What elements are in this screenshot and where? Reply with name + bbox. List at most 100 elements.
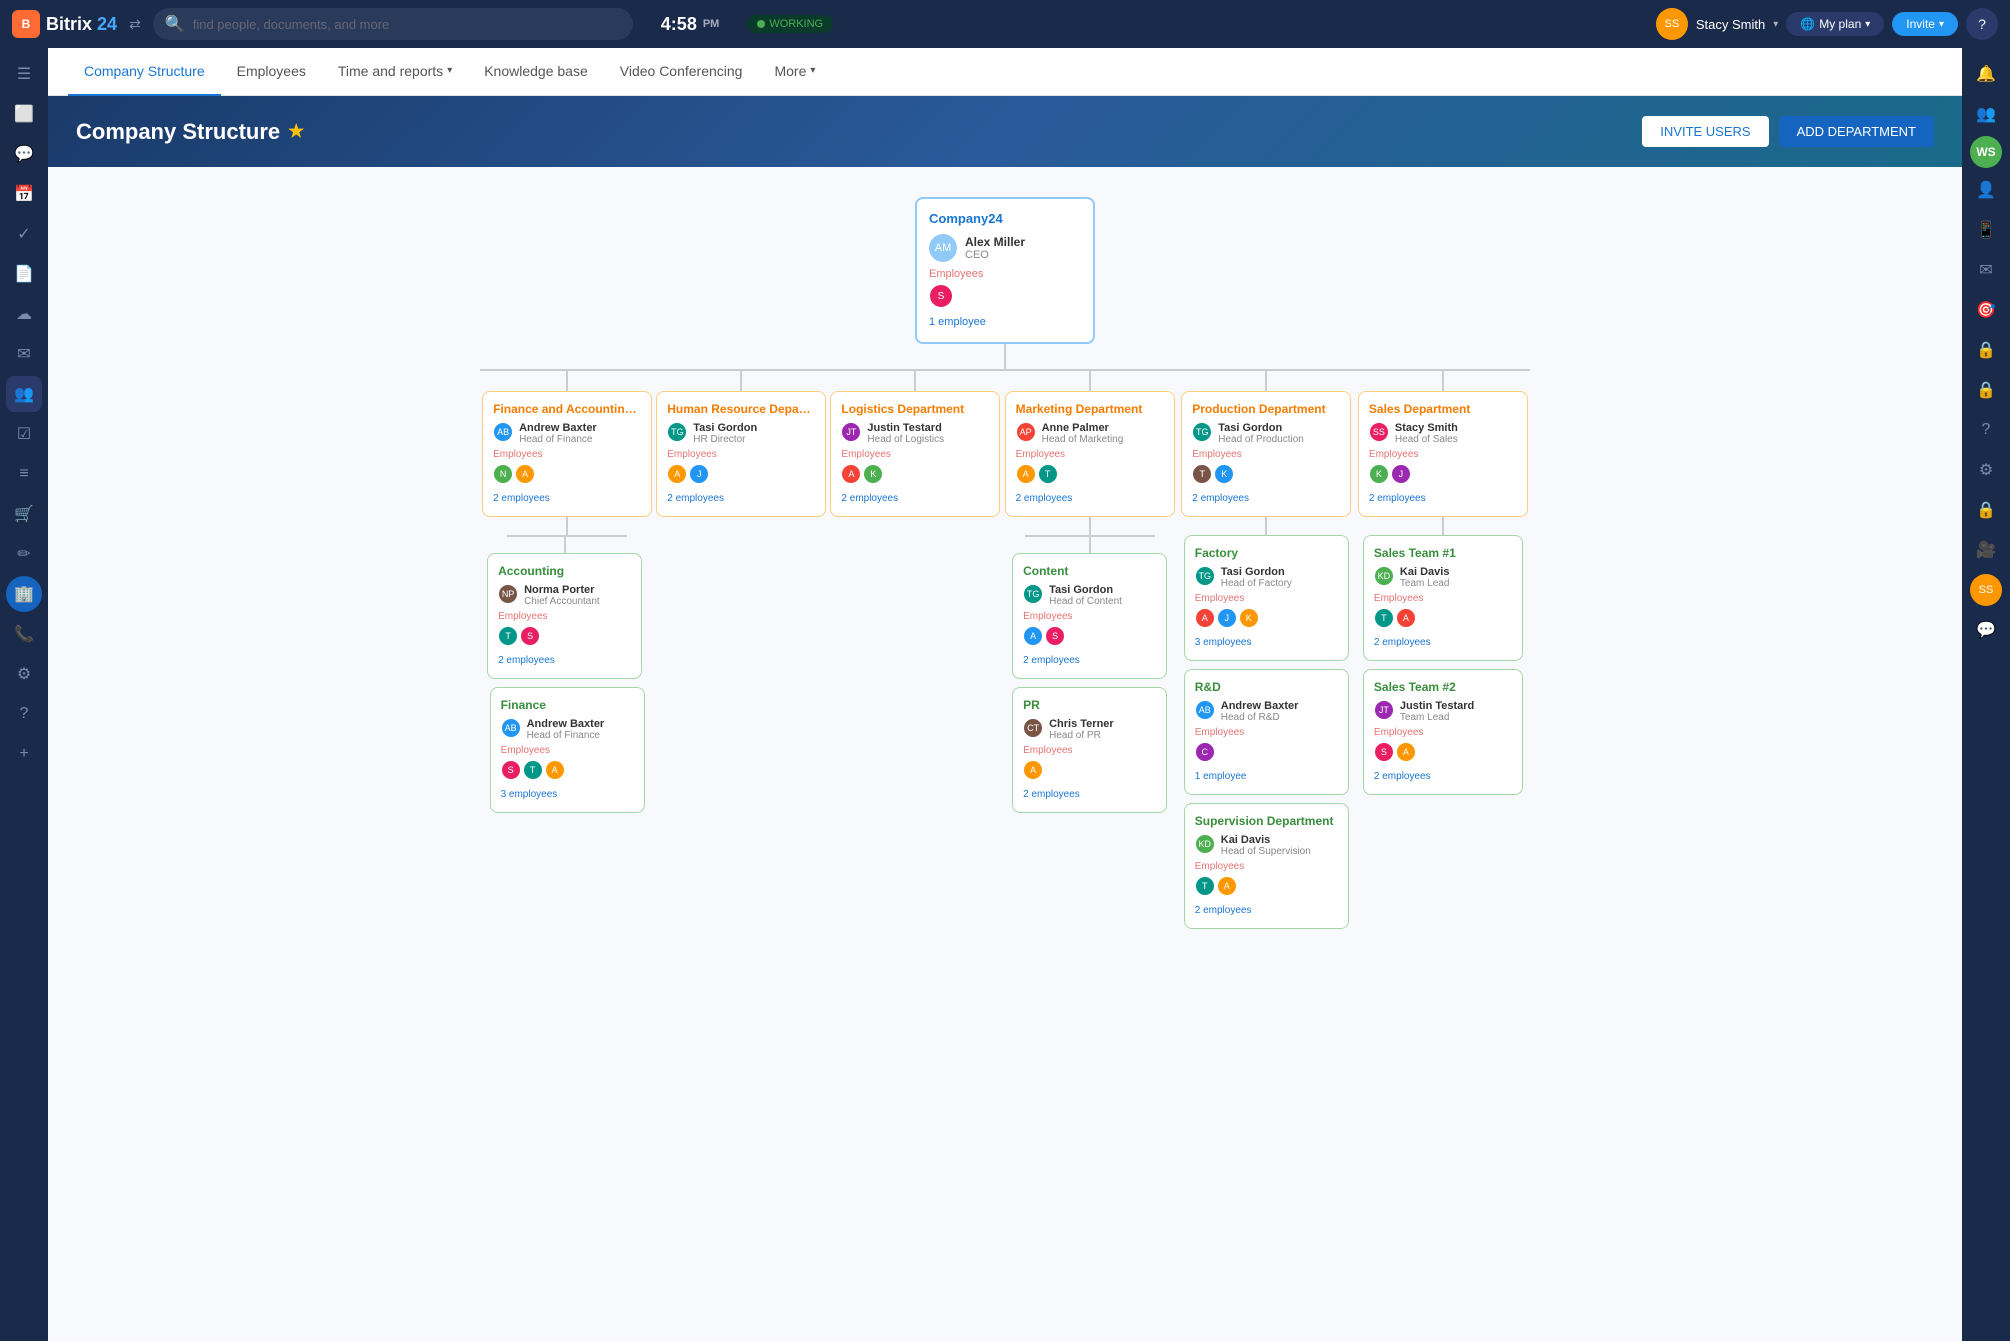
dept-card-rd[interactable]: R&D AB Andrew Baxter Head of R&D Emplo (1184, 669, 1349, 795)
dept-card-logistics[interactable]: Logistics Department JT Justin Testard H… (830, 391, 1000, 517)
invite-users-button[interactable]: INVITE USERS (1642, 116, 1768, 147)
prod-av2: K (1214, 464, 1234, 484)
dept-emp-link-st2[interactable]: 2 employees (1374, 771, 1431, 782)
sidebar-home-icon[interactable]: ⬜ (6, 96, 42, 132)
rs-icon-4[interactable]: 👤 (1968, 172, 2004, 208)
rs-icon-12[interactable]: 🔒 (1968, 492, 2004, 528)
dept-name-fin: Andrew Baxter (527, 718, 605, 730)
notifications-button[interactable]: ? (1966, 8, 1998, 40)
sidebar-chat-icon[interactable]: 💬 (6, 136, 42, 172)
tab-knowledge-base[interactable]: Knowledge base (468, 48, 604, 96)
dept-card-sales[interactable]: Sales Department SS Stacy Smith Head of … (1358, 391, 1528, 517)
dept-card-accounting[interactable]: Accounting NP Norma Porter Chief Account… (487, 553, 642, 679)
dept-name-log: Justin Testard (867, 422, 944, 434)
dept-card-factory[interactable]: Factory TG Tasi Gordon Head of Factory (1184, 535, 1349, 661)
user-profile[interactable]: SS Stacy Smith ▾ (1656, 8, 1778, 40)
logo-text: Bitrix 24 (46, 14, 117, 35)
sidebar-people-icon[interactable]: 👥 (6, 376, 42, 412)
root-node-company24[interactable]: Company24 AM Alex Miller CEO Employees S (915, 197, 1095, 344)
dept-role-factory: Head of Factory (1221, 578, 1292, 589)
dept-card-sales-team2[interactable]: Sales Team #2 JT Justin Testard Team Lea… (1363, 669, 1523, 795)
sidebar-add-icon[interactable]: + (6, 736, 42, 772)
sidebar-docs-icon[interactable]: 📄 (6, 256, 42, 292)
tab-time-reports[interactable]: Time and reports ▾ (322, 48, 468, 96)
dept-avatars-st2: S A (1374, 742, 1512, 762)
sidebar-phone-icon[interactable]: 📞 (6, 616, 42, 652)
rs-user-avatar[interactable]: SS (1970, 574, 2002, 606)
dept-name-st2: Justin Testard (1400, 700, 1474, 712)
dept-emp-link-mkt[interactable]: 2 employees (1016, 493, 1073, 504)
exchange-icon[interactable]: ⇄ (129, 16, 141, 33)
sidebar-mail-icon[interactable]: ✉ (6, 336, 42, 372)
invite-header-button[interactable]: Invite ▾ (1892, 12, 1958, 36)
sidebar-menu-icon[interactable]: ☰ (6, 56, 42, 92)
rs-icon-11[interactable]: ⚙ (1968, 452, 2004, 488)
sidebar-tasks-icon[interactable]: ✓ (6, 216, 42, 252)
dept-emp-link-factory[interactable]: 3 employees (1195, 637, 1252, 648)
dept-card-finance-accounting[interactable]: Finance and Accounting De... AB Andrew B… (482, 391, 652, 517)
dept-emp-link-rd[interactable]: 1 employee (1195, 771, 1247, 782)
search-input[interactable] (193, 17, 621, 32)
dept-card-content[interactable]: Content TG Tasi Gordon Head of Content (1012, 553, 1167, 679)
dept-card-supervision[interactable]: Supervision Department KD Kai Davis Head… (1184, 803, 1349, 929)
sidebar-calendar-icon[interactable]: 📅 (6, 176, 42, 212)
dept-card-finance[interactable]: Finance AB Andrew Baxter Head of Finance (490, 687, 645, 813)
dept-emp-link-st1[interactable]: 2 employees (1374, 637, 1431, 648)
rs-ws-circle[interactable]: WS (1970, 136, 2002, 168)
sidebar-filter-icon[interactable]: ≡ (6, 456, 42, 492)
dept-emp-link-fin[interactable]: 3 employees (501, 789, 558, 800)
branch-marketing: Marketing Department AP Anne Palmer Head… (1003, 371, 1177, 929)
dept-emp-link-supervision[interactable]: 2 employees (1195, 905, 1252, 916)
rs-icon-chat[interactable]: 💬 (1968, 612, 2004, 648)
dept-title-finance: Finance (501, 698, 634, 712)
rs-icon-10[interactable]: ? (1968, 412, 2004, 448)
rs-icon-9[interactable]: 🔒 (1968, 372, 2004, 408)
sidebar-help-icon[interactable]: ? (6, 696, 42, 732)
dept-emp-label-st1: Employees (1374, 593, 1512, 604)
dept-card-hr[interactable]: Human Resource Departme... TG Tasi Gordo… (656, 391, 826, 517)
dept-card-marketing[interactable]: Marketing Department AP Anne Palmer Head… (1005, 391, 1175, 517)
tab-more[interactable]: More ▾ (758, 48, 831, 96)
dept-avatar-fa: AB (493, 422, 513, 442)
sidebar-settings-icon[interactable]: ⚙ (6, 656, 42, 692)
dept-info-log: Justin Testard Head of Logistics (867, 422, 944, 445)
plan-button[interactable]: 🌐 My plan ▾ (1786, 12, 1884, 36)
tab-video-conf[interactable]: Video Conferencing (604, 48, 759, 96)
rs-icon-5[interactable]: 📱 (1968, 212, 2004, 248)
tab-employees[interactable]: Employees (221, 48, 322, 96)
rs-icon-8[interactable]: 🔒 (1968, 332, 2004, 368)
sidebar-shop-icon[interactable]: 🛒 (6, 496, 42, 532)
rs-icon-6[interactable]: ✉ (1968, 252, 2004, 288)
rs-icon-13[interactable]: 🎥 (1968, 532, 2004, 568)
sidebar-edit-icon[interactable]: ✏ (6, 536, 42, 572)
more-label: More (774, 63, 806, 79)
working-status[interactable]: WORKING (747, 15, 833, 33)
content-v (1089, 537, 1091, 553)
add-department-button[interactable]: ADD DEPARTMENT (1779, 116, 1934, 147)
dept-title-sales-team2: Sales Team #2 (1374, 680, 1512, 694)
sidebar-drive-icon[interactable]: ☁ (6, 296, 42, 332)
rs-icon-7[interactable]: 🎯 (1968, 292, 2004, 328)
dept-emp-link-log[interactable]: 2 employees (841, 493, 898, 504)
dept-emp-link-hr[interactable]: 2 employees (667, 493, 724, 504)
root-emp-count-link[interactable]: 1 employee (929, 316, 986, 328)
sidebar-checklist-icon[interactable]: ☑ (6, 416, 42, 452)
dept-card-production[interactable]: Production Department TG Tasi Gordon Hea… (1181, 391, 1351, 517)
prod-v-connector (1265, 371, 1267, 391)
dept-role-st1: Team Lead (1400, 578, 1450, 589)
dept-card-pr[interactable]: PR CT Chris Terner Head of PR Employee (1012, 687, 1167, 813)
dept-emp-link-content[interactable]: 2 employees (1023, 655, 1080, 666)
sidebar-company-icon[interactable]: 🏢 (6, 576, 42, 612)
dept-emp-link-acc[interactable]: 2 employees (498, 655, 555, 666)
favorite-star-icon[interactable]: ★ (288, 121, 304, 142)
root-emp-avatars: S (929, 284, 1081, 308)
tab-company-structure[interactable]: Company Structure (68, 48, 221, 96)
dept-emp-link-prod[interactable]: 2 employees (1192, 493, 1249, 504)
dept-emp-link-fa[interactable]: 2 employees (493, 493, 550, 504)
rs-icon-2[interactable]: 👥 (1968, 96, 2004, 132)
dept-card-sales-team1[interactable]: Sales Team #1 KD Kai Davis Team Lead E (1363, 535, 1523, 661)
dept-emp-link-sales[interactable]: 2 employees (1369, 493, 1426, 504)
dept-title-pr: PR (1023, 698, 1156, 712)
dept-emp-link-pr[interactable]: 2 employees (1023, 789, 1080, 800)
rs-icon-1[interactable]: 🔔 (1968, 56, 2004, 92)
